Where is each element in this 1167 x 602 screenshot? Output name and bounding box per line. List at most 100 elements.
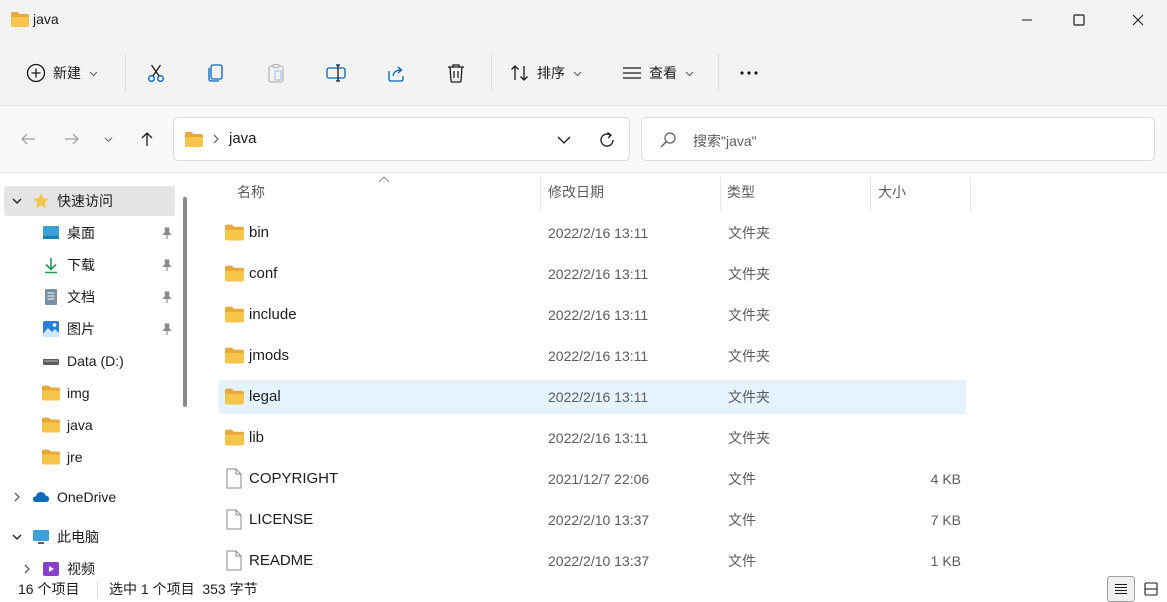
pictures-icon [43, 321, 59, 337]
maximize-icon [1073, 14, 1085, 26]
maximize-button[interactable] [1050, 0, 1108, 40]
arrow-up-icon [141, 132, 153, 146]
details-view-button[interactable] [1107, 576, 1135, 602]
cut-button[interactable] [145, 54, 167, 92]
file-name: conf [249, 265, 278, 282]
download-icon [45, 258, 57, 274]
file-type: 文件夹 [728, 266, 770, 282]
navigation-pane: 快速访问 桌面 下载 文档 图片 Data (D:) img java jre … [0, 173, 193, 576]
share-button[interactable] [385, 54, 407, 92]
tiles-view-icon [1144, 582, 1158, 596]
sidebar-scrollbar[interactable] [183, 197, 187, 407]
chevron-down-icon [89, 71, 98, 76]
copy-button[interactable] [205, 54, 227, 92]
sidebar-item-documents[interactable]: 文档 [4, 282, 175, 312]
pin-icon[interactable] [160, 227, 173, 240]
column-header-size[interactable]: 大小 [878, 173, 906, 211]
title-bar: java [0, 0, 1167, 40]
sidebar-item-videos[interactable]: 视频 [4, 554, 175, 576]
search-input[interactable]: 搜索"java" [693, 131, 757, 151]
file-type: 文件夹 [728, 348, 770, 364]
file-type: 文件 [728, 512, 756, 528]
up-button[interactable] [134, 126, 160, 152]
folder-icon [225, 265, 244, 282]
table-row[interactable]: lib 2022/2/16 13:11 文件夹 [219, 421, 966, 455]
arrow-left-icon [21, 133, 35, 145]
table-row[interactable]: bin 2022/2/16 13:11 文件夹 [219, 216, 966, 250]
column-header-name[interactable]: 名称 [237, 173, 265, 211]
sidebar-item-java[interactable]: java [4, 410, 175, 440]
table-row[interactable]: LICENSE 2022/2/10 13:37 文件 7 KB [219, 503, 966, 537]
file-date: 2022/2/10 13:37 [548, 553, 650, 569]
column-header-label: 修改日期 [548, 184, 604, 200]
table-row[interactable]: include 2022/2/16 13:11 文件夹 [219, 298, 966, 332]
column-divider[interactable] [720, 177, 721, 211]
file-icon [226, 550, 242, 571]
table-row[interactable]: conf 2022/2/16 13:11 文件夹 [219, 257, 966, 291]
pin-icon[interactable] [160, 323, 173, 336]
table-row[interactable]: COPYRIGHT 2021/12/7 22:06 文件 4 KB [219, 462, 966, 496]
chevron-right-icon[interactable] [21, 563, 33, 575]
chevron-right-icon [213, 134, 219, 144]
sidebar-item-label: java [67, 417, 93, 433]
sidebar-item-data-drive[interactable]: Data (D:) [4, 346, 175, 376]
file-date: 2022/2/16 13:11 [548, 307, 649, 323]
toolbar-divider [491, 54, 492, 92]
chevron-right-icon[interactable] [11, 491, 23, 503]
table-row[interactable]: legal 2022/2/16 13:11 文件夹 [219, 380, 966, 414]
folder-icon [225, 347, 244, 364]
sidebar-item-jre[interactable]: jre [4, 442, 175, 472]
view-label: 查看 [649, 65, 677, 81]
column-header-label: 名称 [237, 184, 265, 200]
forward-button[interactable] [59, 126, 85, 152]
table-row[interactable]: README 2022/2/10 13:37 文件 1 KB [219, 544, 966, 576]
view-button[interactable]: 查看 [621, 54, 694, 92]
more-button[interactable] [738, 54, 760, 92]
address-bar[interactable]: java [173, 117, 630, 161]
pin-icon[interactable] [160, 291, 173, 304]
file-type: 文件夹 [728, 225, 770, 241]
column-divider[interactable] [870, 177, 871, 211]
sidebar-item-pictures[interactable]: 图片 [4, 314, 175, 344]
file-date: 2022/2/16 13:11 [548, 389, 649, 405]
column-divider[interactable] [540, 177, 541, 211]
chevron-down-icon[interactable] [11, 195, 23, 207]
sort-button[interactable]: 排序 [509, 54, 582, 92]
minimize-button[interactable] [998, 0, 1056, 40]
back-button[interactable] [15, 126, 41, 152]
file-size: 4 KB [930, 471, 961, 487]
sidebar-item-this-pc[interactable]: 此电脑 [4, 522, 175, 552]
file-type: 文件夹 [728, 430, 770, 446]
cloud-icon [33, 492, 49, 502]
table-row[interactable]: jmods 2022/2/16 13:11 文件夹 [219, 339, 966, 373]
column-header-type[interactable]: 类型 [727, 173, 755, 211]
sidebar-item-onedrive[interactable]: OneDrive [4, 482, 175, 512]
recent-locations-button[interactable] [98, 126, 118, 152]
sidebar-item-downloads[interactable]: 下载 [4, 250, 175, 280]
search-box[interactable]: 搜索"java" [641, 117, 1155, 161]
details-view-icon [1115, 583, 1127, 595]
chevron-down-icon[interactable] [555, 131, 573, 149]
pin-icon[interactable] [160, 259, 173, 272]
tiles-view-button[interactable] [1137, 576, 1165, 602]
file-type: 文件 [728, 471, 756, 487]
breadcrumb-java[interactable]: java [229, 130, 257, 147]
column-header-date[interactable]: 修改日期 [548, 173, 604, 211]
paste-button[interactable] [265, 54, 287, 92]
folder-icon [225, 306, 244, 323]
new-button[interactable]: 新建 [25, 54, 98, 92]
file-name: lib [249, 429, 265, 446]
sidebar-item-desktop[interactable]: 桌面 [4, 218, 175, 248]
delete-button[interactable] [445, 54, 467, 92]
sidebar-item-quick-access[interactable]: 快速访问 [4, 186, 175, 216]
file-icon [226, 509, 242, 530]
column-divider[interactable] [970, 177, 971, 211]
sidebar-item-img[interactable]: img [4, 378, 175, 408]
chevron-down-icon[interactable] [11, 531, 23, 543]
rename-button[interactable] [325, 54, 347, 92]
folder-icon [185, 132, 203, 147]
close-button[interactable] [1109, 0, 1167, 40]
file-date: 2022/2/16 13:11 [548, 225, 649, 241]
arrow-right-icon [65, 133, 79, 145]
refresh-icon[interactable] [597, 130, 617, 150]
